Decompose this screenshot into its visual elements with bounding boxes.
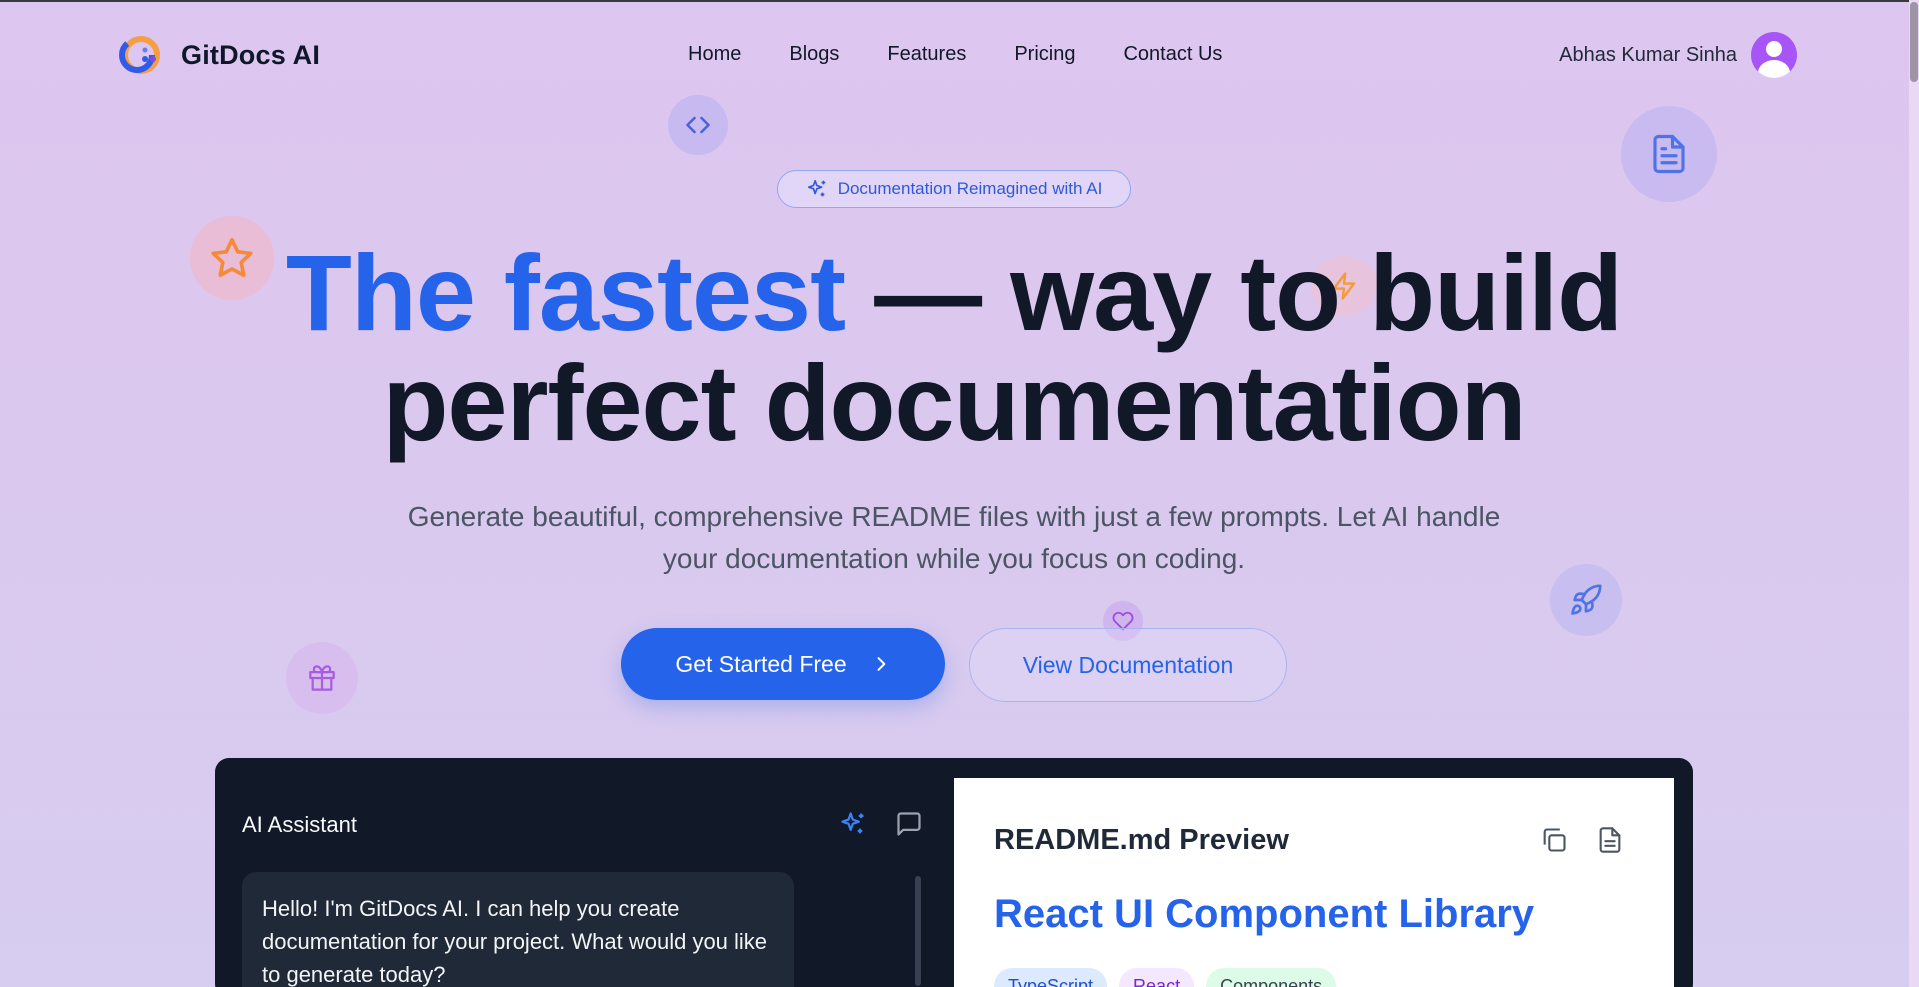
- rocket-icon: [1571, 584, 1602, 615]
- readme-preview-panel: README.md Preview React UI Component Lib…: [954, 778, 1674, 987]
- hero-title: The fastest — way to build perfect docum…: [0, 238, 1908, 458]
- hero-title-rest: — way to build: [845, 232, 1623, 353]
- chat-toolbar: [839, 810, 923, 838]
- chat-title: AI Assistant: [242, 812, 357, 837]
- view-documentation-button[interactable]: View Documentation: [969, 628, 1287, 702]
- preview-toolbar: [1540, 826, 1624, 854]
- code-icon: [686, 116, 710, 134]
- hero-badge-text: Documentation Reimagined with AI: [837, 179, 1103, 198]
- readme-tags: TypeScript React Components: [994, 968, 1337, 987]
- navbar: GitDocs AI Home Blogs Features Pricing C…: [0, 0, 1908, 110]
- chat-scrollbar[interactable]: [914, 872, 922, 987]
- avatar[interactable]: [1751, 32, 1797, 78]
- sparkles-icon[interactable]: [839, 810, 867, 838]
- nav-links: Home Blogs Features Pricing Contact Us: [688, 43, 1222, 66]
- brand-name: GitDocs AI: [181, 39, 321, 70]
- copy-icon[interactable]: [1540, 826, 1568, 854]
- logo-icon: [119, 36, 160, 74]
- readme-heading: React UI Component Library: [994, 892, 1535, 936]
- hero-badge: Documentation Reimagined with AI: [777, 170, 1131, 208]
- nav-link-blogs[interactable]: Blogs: [789, 43, 839, 66]
- file-bubble: [1621, 106, 1717, 202]
- demo-window: AI Assistant Hello! I'm GitDocs AI. I ca…: [215, 758, 1693, 987]
- hero-title-accent: The fastest: [285, 232, 846, 353]
- hero-title-line1: The fastest — way to build: [0, 238, 1908, 348]
- nav-link-contact[interactable]: Contact Us: [1123, 43, 1222, 66]
- tag-typescript: TypeScript: [994, 968, 1108, 987]
- tag-react: React: [1119, 968, 1195, 987]
- file-text-icon[interactable]: [1596, 826, 1624, 854]
- file-text-icon: [1653, 134, 1685, 174]
- code-bubble: [668, 95, 728, 155]
- user-name: Abhas Kumar Sinha: [1559, 43, 1737, 66]
- preview-title: README.md Preview: [994, 824, 1289, 856]
- gift-icon: [309, 665, 335, 691]
- nav-link-features[interactable]: Features: [887, 43, 966, 66]
- gift-bubble: [286, 642, 358, 714]
- rocket-bubble: [1550, 564, 1622, 636]
- nav-link-home[interactable]: Home: [688, 43, 741, 66]
- brand[interactable]: GitDocs AI: [119, 35, 320, 75]
- get-started-button[interactable]: Get Started Free: [621, 628, 945, 700]
- nav-link-pricing[interactable]: Pricing: [1014, 43, 1075, 66]
- view-documentation-label: View Documentation: [1022, 651, 1234, 678]
- tag-components: Components: [1206, 968, 1337, 987]
- get-started-label: Get Started Free: [675, 650, 847, 677]
- assistant-message: Hello! I'm GitDocs AI. I can help you cr…: [242, 872, 794, 987]
- user-menu[interactable]: Abhas Kumar Sinha: [1559, 32, 1797, 78]
- message-square-icon[interactable]: [895, 810, 923, 838]
- sparkles-icon: [807, 179, 825, 197]
- page-scrollbar[interactable]: [1909, 0, 1919, 987]
- hero-title-line2: perfect documentation: [382, 342, 1526, 463]
- chevron-right-icon: [877, 657, 885, 671]
- hero-subtitle: Generate beautiful, comprehensive README…: [407, 501, 1501, 574]
